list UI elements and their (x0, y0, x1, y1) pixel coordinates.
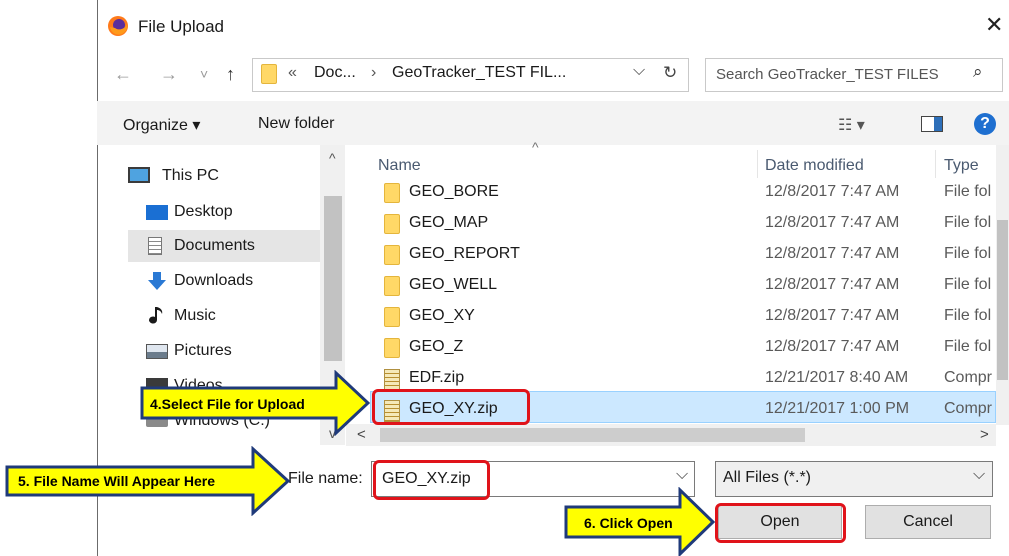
column-header-date-modified[interactable]: Date modified (765, 157, 864, 175)
file-list-scroll-thumb[interactable] (997, 220, 1008, 380)
music-note-icon (149, 307, 163, 324)
type-cell: File fol (944, 214, 992, 231)
picture-icon (146, 344, 168, 359)
date-modified-cell: 12/21/2017 8:40 AM (765, 369, 909, 386)
download-arrow-icon (148, 272, 166, 290)
help-icon[interactable]: ? (974, 113, 996, 135)
back-arrow-icon[interactable]: ← (114, 64, 132, 85)
date-modified-cell: 12/8/2017 7:47 AM (765, 307, 900, 324)
document-icon (148, 237, 162, 255)
file-name-dropdown-icon[interactable]: ⌵ (676, 466, 688, 484)
callout-text-step6: 6. Click Open (584, 515, 673, 531)
column-divider[interactable] (757, 150, 758, 178)
up-arrow-icon[interactable]: ↑ (226, 64, 235, 85)
search-input[interactable]: Search GeoTracker_TEST FILES (716, 66, 939, 83)
type-cell: File fol (944, 307, 992, 324)
date-modified-cell: 12/8/2017 7:47 AM (765, 245, 900, 262)
column-header-type[interactable]: Type (944, 157, 979, 175)
new-folder-button[interactable]: New folder (258, 115, 334, 133)
highlight-open-button (715, 503, 846, 543)
date-modified-cell: 12/8/2017 7:47 AM (765, 214, 900, 231)
sidebar-item-label: Music (174, 307, 216, 324)
recent-locations-icon[interactable]: ˅ (200, 66, 208, 82)
date-modified-cell: 12/8/2017 7:47 AM (765, 276, 900, 293)
highlight-file-name (373, 460, 490, 500)
sidebar-item-documents[interactable]: Documents (128, 230, 320, 262)
file-name-cell: GEO_WELL (409, 276, 498, 293)
file-name-label: File name: (288, 470, 363, 487)
type-cell: File fol (944, 276, 992, 293)
type-cell: File fol (944, 183, 992, 200)
horizontal-scroll-thumb[interactable] (380, 428, 805, 442)
callout-text-step4: 4.Select File for Upload (150, 396, 305, 412)
cancel-button[interactable]: Cancel (865, 505, 991, 539)
breadcrumb-geotracker[interactable]: GeoTracker_TEST FIL... (392, 64, 566, 82)
breadcrumb-separator: › (371, 64, 377, 81)
file-name-cell: EDF.zip (409, 369, 465, 386)
title-bar (97, 8, 1009, 46)
type-cell: File fol (944, 338, 992, 355)
nav-pane-scroll-thumb[interactable] (324, 196, 342, 361)
file-name-cell: GEO_BORE (409, 183, 499, 200)
sidebar-item-label: This PC (162, 167, 219, 184)
sidebar-item-label: Desktop (174, 203, 233, 220)
column-header-name[interactable]: Name (378, 157, 421, 175)
desktop-icon (146, 205, 168, 220)
type-cell: File fol (944, 245, 992, 262)
sidebar-item-music[interactable]: Music (128, 300, 323, 332)
search-icon[interactable]: ⌕ (973, 62, 983, 82)
monitor-icon (128, 167, 150, 183)
close-icon[interactable]: ✕ (985, 12, 1003, 38)
date-modified-cell: 12/8/2017 7:47 AM (765, 183, 900, 200)
command-toolbar (97, 101, 1009, 145)
sidebar-item-label: Documents (174, 237, 255, 254)
date-modified-cell: 12/8/2017 7:47 AM (765, 338, 900, 355)
window-title: File Upload (138, 17, 224, 36)
breadcrumb-documents[interactable]: Doc... (314, 64, 356, 82)
organize-button[interactable]: Organize ▾ (123, 115, 200, 135)
sidebar-item-label: Pictures (174, 342, 232, 359)
file-name-cell: GEO_Z (409, 338, 464, 355)
filter-dropdown-icon[interactable]: ⌵ (973, 466, 985, 484)
scroll-right-icon[interactable]: > (980, 426, 989, 443)
column-divider[interactable] (935, 150, 936, 178)
folder-icon (261, 64, 277, 84)
sidebar-item-desktop[interactable]: Desktop (128, 196, 323, 228)
file-name-cell: GEO_REPORT (409, 245, 520, 262)
firefox-icon (108, 16, 128, 36)
sidebar-item-label: Downloads (174, 272, 254, 289)
file-type-filter-value[interactable]: All Files (*.*) (723, 469, 811, 487)
file-name-cell: GEO_XY (409, 307, 475, 324)
type-cell: Compr (944, 369, 993, 386)
sidebar-item-this-pc[interactable]: This PC (110, 160, 305, 192)
type-cell: Compr (944, 400, 993, 417)
highlight-selected-file (372, 389, 530, 425)
sidebar-item-pictures[interactable]: Pictures (128, 335, 323, 367)
path-overflow[interactable]: « (288, 64, 297, 82)
nav-scroll-up-icon[interactable]: ^ (329, 150, 336, 166)
date-modified-cell: 12/21/2017 1:00 PM (765, 400, 910, 417)
view-options-icon[interactable]: ☷ ▾ (838, 115, 865, 135)
sidebar-item-downloads[interactable]: Downloads (128, 265, 323, 297)
address-dropdown-icon[interactable]: ⌵ (633, 62, 645, 80)
file-name-cell: GEO_MAP (409, 214, 489, 231)
callout-text-step5: 5. File Name Will Appear Here (18, 473, 215, 489)
sort-indicator-icon: ^ (532, 139, 539, 155)
forward-arrow-icon[interactable]: → (160, 64, 178, 85)
refresh-icon[interactable]: ↻ (663, 63, 677, 83)
preview-pane-icon[interactable] (921, 116, 943, 132)
